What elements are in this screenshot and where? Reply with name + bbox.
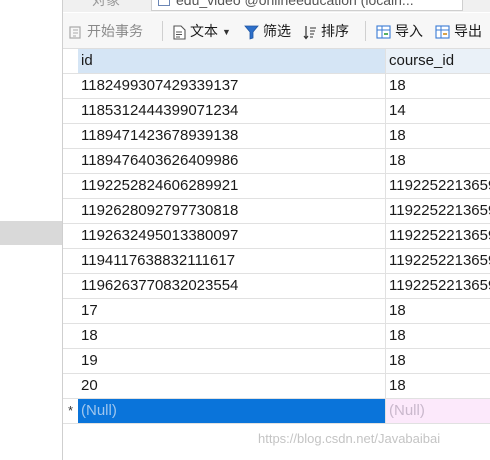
table-cell[interactable]: 1192628092797730818 [78, 199, 386, 223]
table-cell[interactable]: 18 [386, 74, 490, 98]
left-panel-scroll-thumb[interactable] [0, 221, 62, 245]
row-marker [63, 99, 78, 123]
table-cell[interactable]: 19 [78, 349, 386, 373]
row-marker [63, 174, 78, 198]
table-cell[interactable]: 18 [386, 349, 490, 373]
table-cell[interactable]: 14 [386, 99, 490, 123]
table-cell[interactable]: 1196263770832023554 [78, 274, 386, 298]
table-row[interactable]: 17 18 [63, 299, 490, 324]
table-cell[interactable]: 1192252213659 [386, 249, 490, 273]
begin-transaction-label: 开始事务 [87, 23, 143, 39]
sort-button[interactable]: 排序 [303, 21, 349, 41]
filter-button[interactable]: 筛选 [244, 21, 291, 41]
table-cell[interactable]: 18 [386, 149, 490, 173]
row-marker [63, 124, 78, 148]
row-marker [63, 249, 78, 273]
table-row[interactable]: 20 18 [63, 374, 490, 399]
row-marker [63, 199, 78, 223]
table-cell[interactable]: (Null) [78, 399, 386, 423]
begin-transaction-button[interactable]: 开始事务 [69, 21, 143, 41]
text-label: 文本 [190, 23, 218, 39]
new-row-marker: * [67, 403, 74, 418]
sort-label: 排序 [321, 23, 349, 39]
table-icon [158, 0, 170, 7]
tab-table-label: edu_video @onlineeducation (localh... [176, 0, 414, 8]
table-header-row: id course_id [63, 49, 490, 74]
table-row[interactable]: 1192632495013380097 1192252213659 [63, 224, 490, 249]
new-row: * (Null) (Null) [63, 399, 490, 424]
text-dropdown-button[interactable]: 文本 ▼ [173, 21, 231, 41]
table-cell[interactable]: 1192632495013380097 [78, 224, 386, 248]
export-label: 导出 [454, 23, 482, 39]
row-marker [63, 349, 78, 373]
table-cell[interactable]: 18 [386, 374, 490, 398]
document-icon [173, 25, 186, 40]
toolbar: 开始事务 文本 ▼ 筛选 排序 导入 导出 [63, 13, 490, 49]
table-cell[interactable]: 1192252213659 [386, 224, 490, 248]
row-marker [63, 149, 78, 173]
table-row[interactable]: 1189471423678939138 18 [63, 124, 490, 149]
table-cell[interactable]: 1192252213659 [386, 274, 490, 298]
table-row[interactable]: 19 18 [63, 349, 490, 374]
toolbar-separator [162, 21, 163, 41]
filter-icon [244, 25, 259, 40]
toolbar-separator [365, 21, 366, 41]
table-cell[interactable]: 17 [78, 299, 386, 323]
row-marker [63, 274, 78, 298]
table-row[interactable]: 1192252824606289921 1192252213659 [63, 174, 490, 199]
table-cell[interactable]: 1189471423678939138 [78, 124, 386, 148]
row-marker [63, 374, 78, 398]
row-marker [63, 74, 78, 98]
table-cell[interactable]: 1192252213659 [386, 199, 490, 223]
table-cell[interactable]: 18 [386, 324, 490, 348]
table-row[interactable]: 1192628092797730818 1192252213659 [63, 199, 490, 224]
table-row[interactable]: 1182499307429339137 18 [63, 74, 490, 99]
tab-objects[interactable]: 对象 [63, 0, 149, 11]
column-header-course-id[interactable]: course_id [386, 49, 490, 73]
table-row[interactable]: 1196263770832023554 1192252213659 [63, 274, 490, 299]
table-cell[interactable]: 1192252213659 [386, 174, 490, 198]
sort-icon [303, 25, 316, 40]
tab-bar: 对象 edu_video @onlineeducation (localh... [63, 0, 490, 12]
row-marker [63, 224, 78, 248]
import-icon [376, 25, 391, 39]
table-cell[interactable]: 1182499307429339137 [78, 74, 386, 98]
table-row[interactable]: 18 18 [63, 324, 490, 349]
table-cell[interactable]: (Null) [386, 399, 490, 423]
column-header-id[interactable]: id [78, 49, 386, 73]
data-grid: id course_id 1182499307429339137 18 118531… [63, 49, 490, 424]
chevron-down-icon: ▼ [222, 27, 231, 38]
row-marker [63, 299, 78, 323]
watermark: https://blog.csdn.net/Javabaibai [258, 431, 441, 446]
table-cell[interactable]: 1192252824606289921 [78, 174, 386, 198]
export-button[interactable]: 导出 [435, 21, 482, 41]
tab-table-edu-video[interactable]: edu_video @onlineeducation (localh... [151, 0, 463, 11]
table-cell[interactable]: 18 [78, 324, 386, 348]
table-cell[interactable]: 1189476403626409986 [78, 149, 386, 173]
import-button[interactable]: 导入 [376, 21, 423, 41]
table-row[interactable]: 1189476403626409986 18 [63, 149, 490, 174]
table-cell[interactable]: 18 [386, 124, 490, 148]
table-cell[interactable]: 20 [78, 374, 386, 398]
table-row[interactable]: 1194117638832111617 1192252213659 [63, 249, 490, 274]
table-cell[interactable]: 18 [386, 299, 490, 323]
table-row[interactable]: 1185312444399071234 14 [63, 99, 490, 124]
table-cell[interactable]: 1185312444399071234 [78, 99, 386, 123]
export-icon [435, 25, 450, 39]
import-label: 导入 [395, 23, 423, 39]
table-cell[interactable]: 1194117638832111617 [78, 249, 386, 273]
row-marker [63, 324, 78, 348]
row-marker [63, 49, 78, 73]
filter-label: 筛选 [263, 23, 291, 39]
transaction-icon [69, 26, 81, 39]
